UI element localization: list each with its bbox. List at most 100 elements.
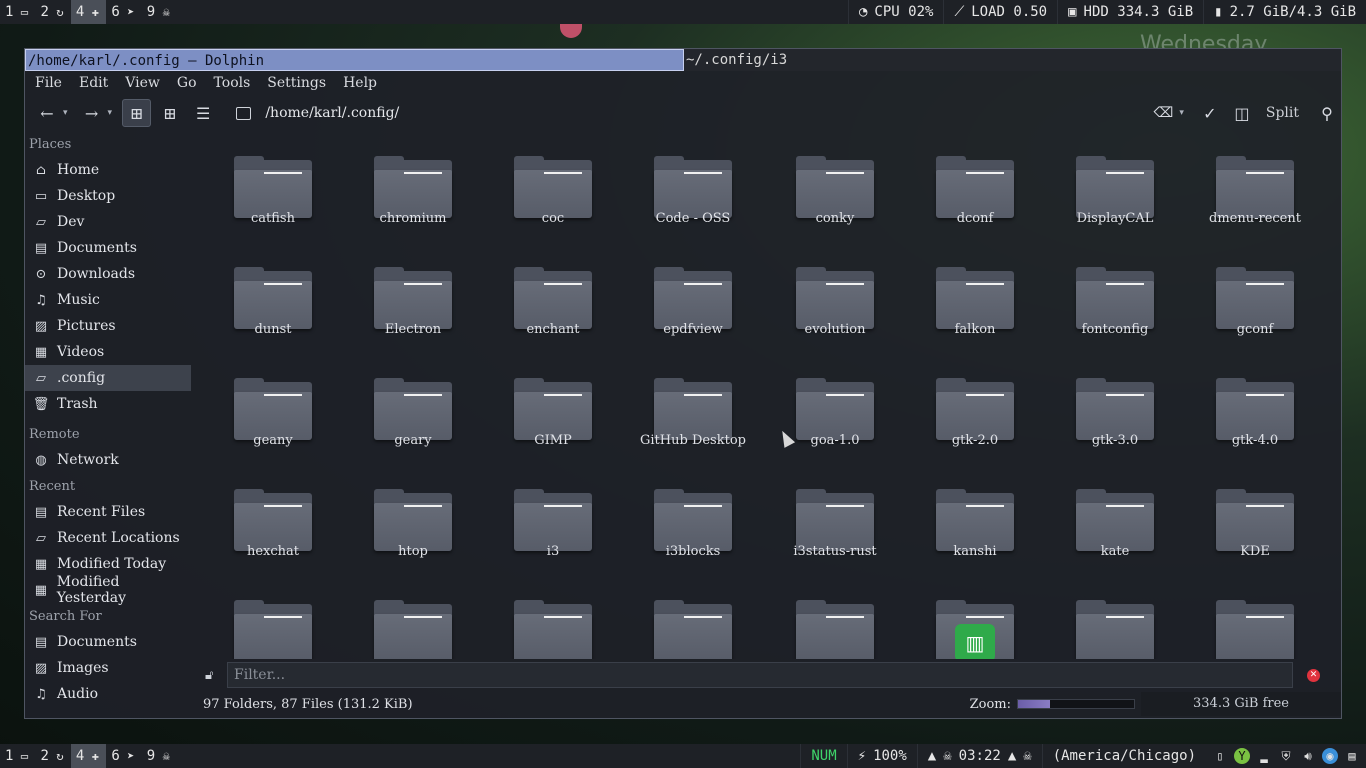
folder-item[interactable]: kate [1047, 464, 1183, 570]
search-button[interactable]: ⚲ [1313, 99, 1341, 127]
folder-item[interactable]: catfish [205, 131, 341, 237]
folder-item[interactable]: dconf [907, 131, 1043, 237]
folder-item[interactable] [485, 575, 621, 659]
sidebar-item-recent-modified-yesterday[interactable]: ▦ Modified Yesterday [25, 574, 191, 606]
sidebar-item-places-config[interactable]: ▱ .config [25, 365, 191, 391]
folder-item[interactable] [345, 575, 481, 659]
folder-item[interactable]: chromium [345, 131, 481, 237]
folder-item[interactable]: geary [345, 353, 481, 459]
sidebar-item-places-pictures[interactable]: ▨ Pictures [25, 313, 191, 339]
split-label[interactable]: Split [1266, 105, 1299, 121]
network-manager-icon[interactable]: ◉ [1322, 748, 1338, 764]
folder-item[interactable]: geany [205, 353, 341, 459]
split-view-button[interactable]: ◫ [1228, 99, 1256, 127]
sidebar-item-search-documents[interactable]: ▤ Documents [25, 629, 191, 655]
sidebar-item-recent-recent-locations[interactable]: ▱ Recent Locations [25, 525, 191, 551]
workspace-bottom-9[interactable]: 9 ☠ [142, 744, 177, 768]
menu-file[interactable]: File [31, 75, 66, 91]
sidebar-item-places-videos[interactable]: ▦ Videos [25, 339, 191, 365]
signal-icon[interactable]: ▂ [1256, 748, 1272, 764]
workspace-6[interactable]: 6 ➤ [106, 0, 141, 24]
sidebar-item-places-documents[interactable]: ▤ Documents [25, 235, 191, 261]
folder-item[interactable]: kanshi [907, 464, 1043, 570]
menu-edit[interactable]: Edit [75, 75, 112, 91]
folder-item[interactable]: gconf [1187, 242, 1323, 348]
folder-item[interactable] [205, 575, 341, 659]
lock-icon[interactable]: 🔓︎ [205, 668, 221, 683]
workspace-bottom-4[interactable]: 4 ✚ [70, 744, 107, 768]
folder-item[interactable]: gtk-3.0 [1047, 353, 1183, 459]
menu-tools[interactable]: Tools [210, 75, 255, 91]
folder-item[interactable]: gtk-4.0 [1187, 353, 1323, 459]
details-view-button[interactable]: ☰ [189, 99, 218, 127]
folder-item[interactable]: i3blocks [625, 464, 761, 570]
volume-icon[interactable]: 🔊︎ [1300, 748, 1316, 764]
back-history-chevron-icon[interactable]: ▾ [63, 108, 68, 118]
vpn-icon[interactable]: Y [1234, 748, 1250, 764]
icons-view-button[interactable]: ⊞ [122, 99, 152, 127]
back-button[interactable]: ← [33, 99, 61, 127]
workspace-2[interactable]: 2 ↻ [35, 0, 70, 24]
shield-icon[interactable]: ⛨ [1278, 748, 1294, 764]
menu-settings[interactable]: Settings [263, 75, 330, 91]
sidebar-item-places-desktop[interactable]: ▭ Desktop [25, 183, 191, 209]
inactive-window-title[interactable]: ~/.config/i3 [684, 49, 1341, 71]
folder-item[interactable] [1047, 575, 1183, 659]
workspace-9[interactable]: 9 ☠ [142, 0, 177, 24]
folder-item[interactable]: Electron [345, 242, 481, 348]
folder-item[interactable]: fontconfig [1047, 242, 1183, 348]
folder-item[interactable]: GitHub Desktop [625, 353, 761, 459]
folder-item[interactable]: enchant [485, 242, 621, 348]
sidebar-item-places-trash[interactable]: 🗑︎ Trash [25, 391, 191, 417]
workspace-4[interactable]: 4 ✚ [70, 0, 107, 24]
free-space-indicator[interactable]: 334.3 GiB free [1141, 692, 1341, 716]
location-bar[interactable]: /home/karl/.config/ [265, 105, 1145, 121]
folder-item[interactable]: epdfview [625, 242, 761, 348]
folder-item[interactable]: evolution [767, 242, 903, 348]
workspace-1[interactable]: 1 ▭ [0, 0, 35, 24]
sidebar-item-places-home[interactable]: ⌂ Home [25, 157, 191, 183]
folder-item[interactable] [1187, 575, 1323, 659]
folder-item[interactable]: dunst [205, 242, 341, 348]
folder-item[interactable]: falkon [907, 242, 1043, 348]
workspace-bottom-2[interactable]: 2 ↻ [35, 744, 70, 768]
sidebar-item-places-music[interactable]: ♫ Music [25, 287, 191, 313]
sheet-icon[interactable]: ▤ [1344, 748, 1360, 764]
compact-view-button[interactable]: ⊞ [155, 99, 184, 127]
folder-item[interactable]: gtk-2.0 [907, 353, 1043, 459]
folder-item[interactable]: Code - OSS [625, 131, 761, 237]
active-window-title[interactable]: /home/karl/.config — Dolphin [25, 49, 684, 71]
forward-button[interactable]: → [78, 99, 106, 127]
folder-item[interactable]: coc [485, 131, 621, 237]
menu-view[interactable]: View [121, 75, 164, 91]
folder-item[interactable] [767, 575, 903, 659]
close-filter-icon[interactable]: ✕ [1307, 668, 1320, 682]
folder-item[interactable]: ▥ [907, 575, 1043, 659]
file-view[interactable]: catfish chromium coc Code - OSS conky dconf Di… [197, 131, 1341, 659]
folder-item[interactable]: hexchat [205, 464, 341, 570]
sidebar-item-search-audio[interactable]: ♫ Audio [25, 681, 191, 707]
folder-item[interactable] [625, 575, 761, 659]
folder-item[interactable]: i3status-rust [767, 464, 903, 570]
folder-item[interactable]: DisplayCAL [1047, 131, 1183, 237]
menu-go[interactable]: Go [173, 75, 201, 91]
sim-icon[interactable]: ▯ [1212, 748, 1228, 764]
filter-input[interactable]: Filter... [227, 662, 1293, 688]
sidebar-item-places-dev[interactable]: ▱ Dev [25, 209, 191, 235]
clear-location-button[interactable]: ⌫ [1149, 99, 1177, 127]
workspace-bottom-1[interactable]: 1 ▭ [0, 744, 35, 768]
zoom-slider[interactable] [1017, 699, 1135, 709]
folder-item[interactable]: htop [345, 464, 481, 570]
confirm-location-button[interactable]: ✓ [1196, 99, 1224, 127]
sidebar-item-search-images[interactable]: ▨ Images [25, 655, 191, 681]
folder-item[interactable]: conky [767, 131, 903, 237]
sidebar-item-remote-network[interactable]: ◍ Network [25, 447, 191, 473]
folder-item[interactable]: KDE [1187, 464, 1323, 570]
workspace-bottom-6[interactable]: 6 ➤ [106, 744, 141, 768]
folder-item[interactable]: dmenu-recent [1187, 131, 1323, 237]
folder-item[interactable]: GIMP [485, 353, 621, 459]
sidebar-item-places-downloads[interactable]: ⊙ Downloads [25, 261, 191, 287]
folder-item[interactable]: i3 [485, 464, 621, 570]
forward-history-chevron-icon[interactable]: ▾ [108, 108, 113, 118]
location-history-chevron-icon[interactable]: ▾ [1179, 108, 1184, 118]
